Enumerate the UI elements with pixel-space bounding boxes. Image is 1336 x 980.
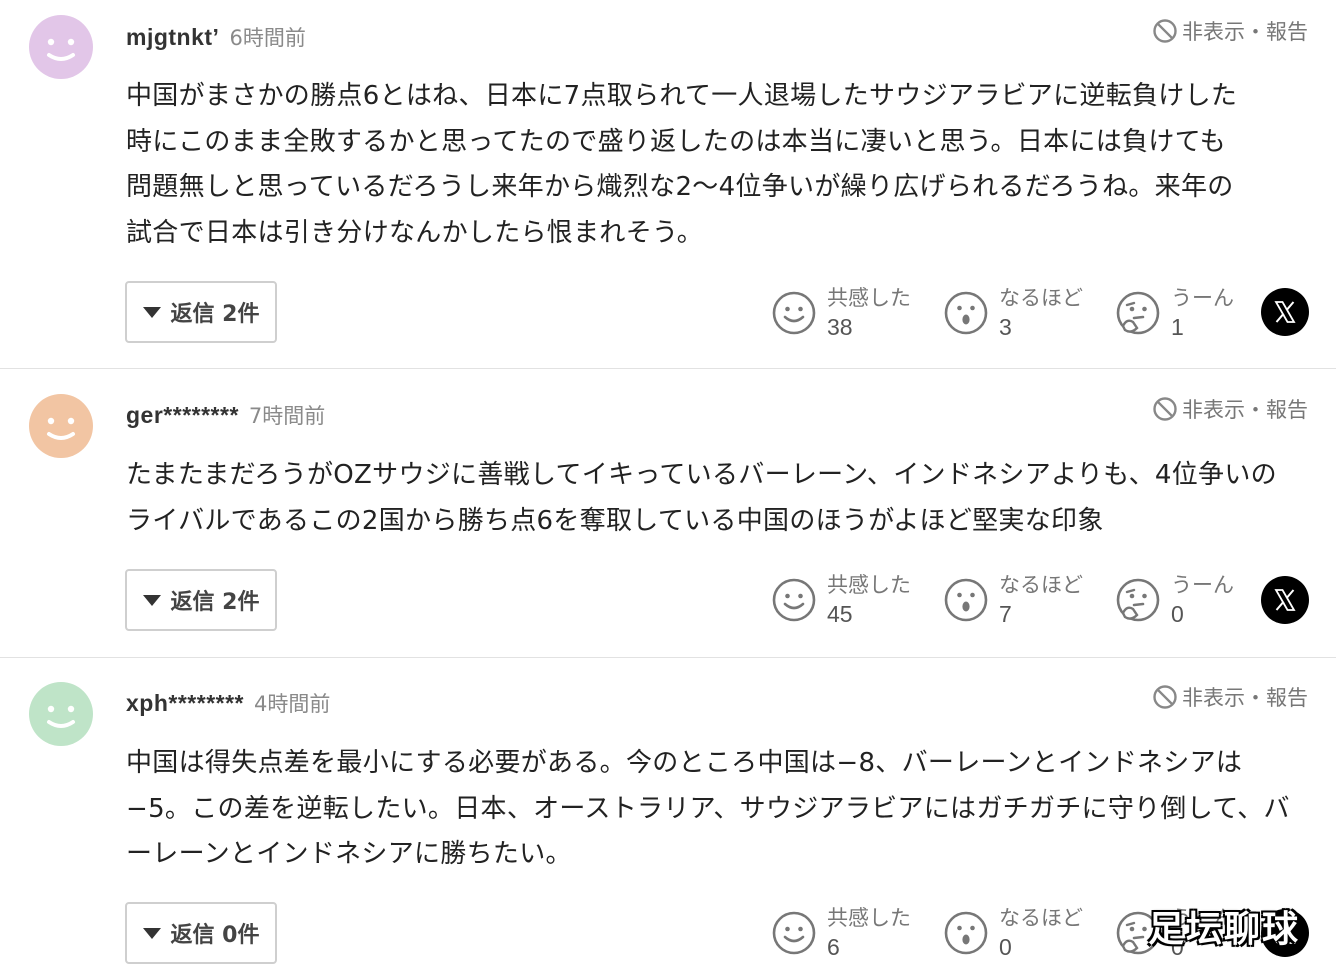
- comment-meta: ger******** 7時間前: [126, 400, 325, 434]
- reaction-bar: 共感した 45 なるほど 7 うーん 0: [771, 571, 1287, 629]
- comment-line: ーレーンとインドネシアに勝ちたい。: [126, 839, 572, 869]
- thinking-face-icon: [1116, 291, 1160, 335]
- hide-report-label: 非表示・報告: [1182, 20, 1308, 44]
- comment-item: ger******** 7時間前 非表示・報告 たまたまだろうがOZサウジに善戦…: [0, 369, 1336, 658]
- triangle-down-icon: [142, 594, 161, 606]
- block-icon: [1153, 19, 1177, 43]
- reply-toggle-button[interactable]: 返信 2件: [125, 281, 277, 343]
- empathy-count: 38: [827, 314, 853, 340]
- avatar[interactable]: [29, 394, 93, 458]
- smile-face-icon: [772, 911, 816, 955]
- empathy-button[interactable]: 共感した 38: [771, 284, 943, 342]
- username[interactable]: ger********: [126, 402, 239, 429]
- timestamp: 7時間前: [248, 404, 326, 428]
- hide-report-link[interactable]: 非表示・報告: [1152, 16, 1308, 46]
- agree-button[interactable]: なるほど 7: [943, 571, 1115, 629]
- hmm-count: 0: [1171, 601, 1184, 627]
- x-share-button[interactable]: [1261, 576, 1309, 624]
- x-share-button[interactable]: [1261, 288, 1309, 336]
- agree-button[interactable]: なるほど 0: [943, 904, 1115, 962]
- hide-report-link[interactable]: 非表示・報告: [1152, 394, 1308, 424]
- agree-label: なるほど: [999, 286, 1083, 310]
- surprised-face-icon: [944, 911, 988, 955]
- comment-line: −5。この差を逆転したい。日本、オーストラリア、サウジアラビアにはガチガチに守り…: [126, 793, 1290, 824]
- hide-report-label: 非表示・報告: [1182, 398, 1308, 422]
- smile-face-icon: [772, 578, 816, 622]
- comment-line: 試合で日本は引き分けなんかしたら恨まれそう。: [126, 217, 704, 248]
- username[interactable]: xph********: [126, 690, 244, 717]
- reply-count-label: 返信 2件: [170, 590, 260, 615]
- x-logo-icon: [1274, 589, 1296, 611]
- timestamp: 4時間前: [254, 692, 331, 716]
- comment-line: たまたまだろうがOZサウジに善戦してイキっているバーレーン、インドネシアよりも、…: [126, 460, 1277, 490]
- empathy-button[interactable]: 共感した 6: [771, 904, 943, 962]
- comment-text: 中国がまさかの勝点6とはね、日本に7点取られて一人退場したサウジアラビアに逆転負…: [126, 74, 1316, 256]
- smiley-avatar-icon: [29, 15, 93, 79]
- comment-text: たまたまだろうがOZサウジに善戦してイキっているバーレーン、インドネシアよりも、…: [126, 453, 1316, 544]
- surprised-face-icon: [944, 291, 988, 335]
- triangle-down-icon: [142, 306, 161, 318]
- smiley-avatar-icon: [29, 394, 93, 458]
- empathy-count: 45: [827, 601, 853, 627]
- avatar[interactable]: [29, 15, 93, 79]
- watermark: 足坛聊球: [1148, 909, 1301, 950]
- x-logo-icon: [1274, 301, 1296, 323]
- agree-count: 0: [999, 934, 1012, 960]
- empathy-label: 共感した: [827, 286, 911, 310]
- empathy-label: 共感した: [827, 573, 911, 597]
- comment-item: mjgtnkt’ 6時間前 非表示・報告 中国がまさかの勝点6とはね、日本に7点…: [0, 0, 1336, 369]
- empathy-count: 6: [827, 934, 840, 960]
- comment-item: xph******** 4時間前 非表示・報告 中国は得失点差を最小にする必要が…: [0, 658, 1336, 980]
- comment-line: 問題無しと思っているだろうし来年から熾烈な2〜4位争いが繰り広げられるだろうね。…: [126, 172, 1234, 202]
- comment-line: 時にこのまま全敗するかと思ってたので盛り返したのは本当に凄いと思う。日本には負け…: [126, 126, 1226, 157]
- reply-count-label: 返信 0件: [170, 923, 260, 948]
- timestamp: 6時間前: [229, 26, 306, 50]
- agree-label: なるほど: [999, 573, 1083, 597]
- hmm-count: 1: [1171, 314, 1184, 340]
- comment-line: 中国は得失点差を最小にする必要がある。今のところ中国は−8、バーレーンとインドネ…: [126, 748, 1243, 778]
- username[interactable]: mjgtnkt’: [126, 24, 219, 51]
- comment-line: ライバルであるこの2国から勝ち点6を奪取している中国のほうがよほど堅実な印象: [126, 505, 1104, 536]
- triangle-down-icon: [142, 927, 161, 939]
- comment-meta: mjgtnkt’ 6時間前: [126, 22, 306, 56]
- thinking-face-icon: [1116, 578, 1160, 622]
- smiley-avatar-icon: [29, 682, 93, 746]
- reaction-bar: 共感した 38 なるほど 3 うーん 1: [771, 284, 1287, 342]
- reply-count-label: 返信 2件: [170, 302, 260, 327]
- hmm-label: うーん: [1171, 573, 1234, 597]
- surprised-face-icon: [944, 578, 988, 622]
- block-icon: [1153, 397, 1177, 421]
- empathy-button[interactable]: 共感した 45: [771, 571, 943, 629]
- avatar[interactable]: [29, 682, 93, 746]
- reply-toggle-button[interactable]: 返信 0件: [125, 902, 277, 964]
- comment-line: 中国がまさかの勝点6とはね、日本に7点取られて一人退場したサウジアラビアに逆転負…: [126, 81, 1238, 111]
- agree-count: 3: [999, 314, 1012, 340]
- comment-meta: xph******** 4時間前: [126, 688, 330, 722]
- hide-report-label: 非表示・報告: [1182, 686, 1308, 710]
- agree-count: 7: [999, 601, 1012, 627]
- block-icon: [1153, 685, 1177, 709]
- hide-report-link[interactable]: 非表示・報告: [1152, 682, 1308, 712]
- comment-text: 中国は得失点差を最小にする必要がある。今のところ中国は−8、バーレーンとインドネ…: [126, 741, 1316, 878]
- hmm-label: うーん: [1171, 286, 1234, 310]
- empathy-label: 共感した: [827, 906, 911, 930]
- agree-label: なるほど: [999, 906, 1083, 930]
- smile-face-icon: [772, 291, 816, 335]
- reply-toggle-button[interactable]: 返信 2件: [125, 569, 277, 631]
- agree-button[interactable]: なるほど 3: [943, 284, 1115, 342]
